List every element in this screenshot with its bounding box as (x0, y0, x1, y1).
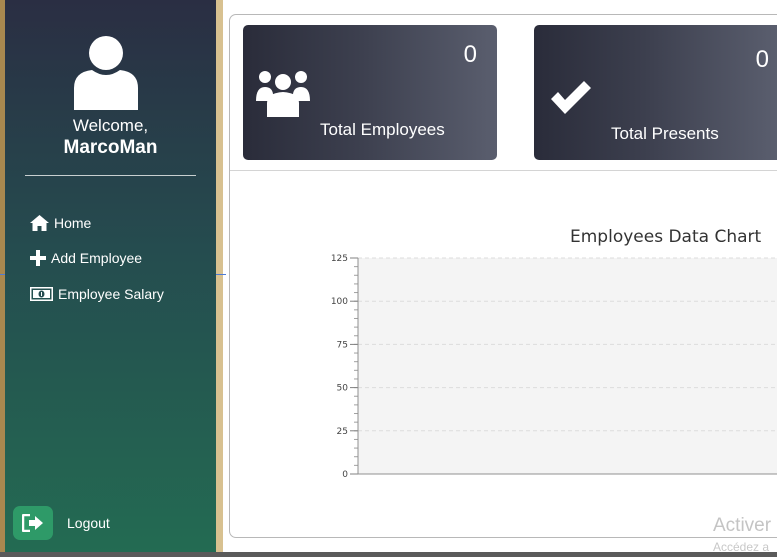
username: MarcoMan (63, 137, 158, 158)
chart-plot-area (358, 258, 777, 474)
chart-title: Employees Data Chart (570, 227, 762, 247)
total-employees-value: 0 (463, 41, 477, 68)
total-presents-value: 0 (755, 46, 769, 73)
header-divider (230, 170, 777, 171)
sidebar-resize-mark (216, 274, 226, 275)
sidebar-divider (25, 175, 196, 176)
chart-y-tick-label: 25 (337, 427, 348, 437)
logout-label[interactable]: Logout (67, 515, 110, 531)
card-total-presents: 0 Total Presents (534, 25, 777, 160)
chart-y-tick-label: 75 (337, 340, 348, 350)
chart-y-tick-label: 50 (337, 384, 349, 394)
nav-employee-salary-label: Employee Salary (58, 286, 164, 302)
logout-button[interactable] (13, 506, 53, 540)
nav-add-employee-label: Add Employee (51, 250, 143, 266)
total-employees-label: Total Employees (320, 120, 445, 139)
nav-add-employee[interactable]: Add Employee (30, 247, 142, 269)
home-icon (30, 215, 49, 231)
sign-out-icon (22, 514, 43, 532)
nav-home[interactable]: Home (30, 212, 91, 234)
user-avatar-icon (72, 36, 140, 110)
sidebar-resize-mark (0, 274, 5, 275)
welcome-text: Welcome, (72, 116, 149, 135)
users-icon (256, 71, 310, 117)
sidebar-border (216, 0, 223, 552)
total-presents-label: Total Presents (611, 124, 719, 143)
chart-y-tick-label: 0 (342, 470, 348, 480)
chart-y-tick-label: 125 (331, 254, 348, 264)
card-total-employees: 0 Total Employees (243, 25, 497, 160)
activation-watermark-title: Activer (713, 515, 772, 536)
chart-y-tick-label: 100 (331, 297, 348, 307)
plus-icon (30, 250, 46, 266)
taskbar-edge (0, 552, 777, 557)
check-icon (551, 81, 591, 114)
nav-employee-salary[interactable]: Employee Salary (30, 283, 164, 305)
money-icon (30, 287, 53, 301)
employees-chart: 0 25 50 75 100 125 (331, 254, 777, 480)
nav-home-label: Home (54, 215, 92, 231)
